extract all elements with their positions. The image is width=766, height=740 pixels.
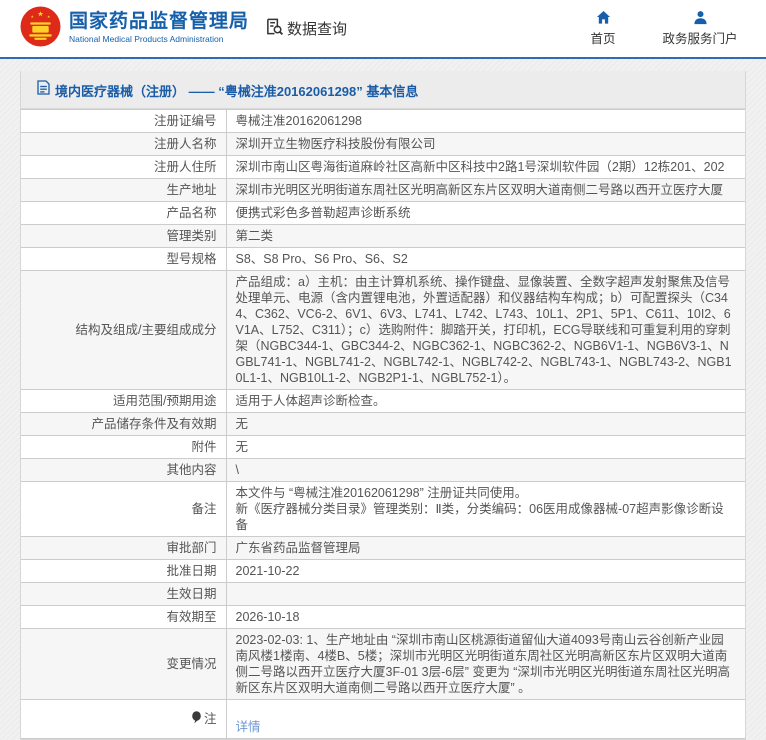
brand-names: 国家药品监督管理局 National Medical Products Admi… xyxy=(69,12,249,44)
row-label: 产品名称 xyxy=(21,202,226,225)
row-label: 变更情况 xyxy=(21,629,226,700)
nav-home-label: 首页 xyxy=(590,32,615,46)
table-row: 管理类别第二类 xyxy=(21,225,745,248)
table-row: 产品储存条件及有效期无 xyxy=(21,413,745,436)
note-label-text: 注 xyxy=(204,711,217,727)
table-row: 其他内容\ xyxy=(21,459,745,482)
registration-info-panel: 境内医疗器械（注册） —— “粤械注准20162061298” 基本信息 注册证… xyxy=(20,71,746,740)
row-label: 其他内容 xyxy=(21,459,226,482)
row-value: 2026-10-18 xyxy=(226,606,745,629)
document-icon xyxy=(37,80,55,100)
table-row: 附件无 xyxy=(21,436,745,459)
note-row: 注 详情 xyxy=(21,700,745,739)
table-row: 审批部门广东省药品监督管理局 xyxy=(21,537,745,560)
nav-home[interactable]: 首页 xyxy=(572,10,634,47)
row-value: 无 xyxy=(226,413,745,436)
row-value: 适用于人体超声诊断检查。 xyxy=(226,390,745,413)
org-name-en: National Medical Products Administration xyxy=(69,35,249,44)
row-value: \ xyxy=(226,459,745,482)
table-row: 产品名称便携式彩色多普勒超声诊断系统 xyxy=(21,202,745,225)
row-label: 有效期至 xyxy=(21,606,226,629)
row-value: 无 xyxy=(226,436,745,459)
note-row-label: 注 xyxy=(30,711,217,728)
data-query-label: 数据查询 xyxy=(287,18,347,39)
table-row: 适用范围/预期用途适用于人体超声诊断检查。 xyxy=(21,390,745,413)
row-value: S8、S8 Pro、S6 Pro、S6、S2 xyxy=(226,248,745,271)
row-label: 产品储存条件及有效期 xyxy=(21,413,226,436)
details-link[interactable]: 详情 xyxy=(236,720,261,734)
row-value: 粤械注准20162061298 xyxy=(226,110,745,133)
row-value: 广东省药品监督管理局 xyxy=(226,537,745,560)
row-label: 生效日期 xyxy=(21,583,226,606)
registration-info-table: 注册证编号粤械注准20162061298注册人名称深圳开立生物医疗科技股份有限公… xyxy=(21,109,745,739)
row-value: 本文件与 “粤械注准20162061298” 注册证共同使用。 新《医疗器械分类… xyxy=(226,482,745,537)
org-name-cn: 国家药品监督管理局 xyxy=(69,12,249,33)
row-value xyxy=(226,583,745,606)
site-header: 国家药品监督管理局 National Medical Products Admi… xyxy=(0,0,766,59)
row-value: 深圳开立生物医疗科技股份有限公司 xyxy=(226,133,745,156)
row-label: 适用范围/预期用途 xyxy=(21,390,226,413)
row-value: 第二类 xyxy=(226,225,745,248)
table-row: 型号规格S8、S8 Pro、S6 Pro、S6、S2 xyxy=(21,248,745,271)
row-value: 2021-10-22 xyxy=(226,560,745,583)
table-row: 结构及组成/主要组成成分产品组成：a）主机：由主计算机系统、操作键盘、显像装置、… xyxy=(21,271,745,390)
row-label: 注册人住所 xyxy=(21,156,226,179)
nav-gov-portal[interactable]: 政务服务门户 xyxy=(654,10,746,47)
row-label: 备注 xyxy=(21,482,226,537)
document-search-icon xyxy=(265,17,287,40)
table-row: 生产地址深圳市光明区光明街道东周社区光明高新区东片区双明大道南侧二号路以西开立医… xyxy=(21,179,745,202)
nav-gov-portal-label: 政务服务门户 xyxy=(662,32,737,46)
table-row: 注册证编号粤械注准20162061298 xyxy=(21,110,745,133)
table-row: 备注本文件与 “粤械注准20162061298” 注册证共同使用。 新《医疗器械… xyxy=(21,482,745,537)
row-label: 注册人名称 xyxy=(21,133,226,156)
nmpa-emblem-icon xyxy=(20,6,61,52)
nmpa-logo-link[interactable]: 国家药品监督管理局 National Medical Products Admi… xyxy=(20,6,249,52)
row-label: 审批部门 xyxy=(21,537,226,560)
table-row: 批准日期2021-10-22 xyxy=(21,560,745,583)
row-label: 生产地址 xyxy=(21,179,226,202)
home-icon xyxy=(572,10,634,25)
row-value: 便携式彩色多普勒超声诊断系统 xyxy=(226,202,745,225)
table-row: 有效期至2026-10-18 xyxy=(21,606,745,629)
data-query-tab[interactable]: 数据查询 xyxy=(265,17,347,40)
note-balloon-icon xyxy=(191,711,204,728)
table-row: 变更情况2023-02-03: 1、生产地址由 “深圳市南山区桃源街道留仙大道4… xyxy=(21,629,745,700)
row-label: 批准日期 xyxy=(21,560,226,583)
row-value: 产品组成：a）主机：由主计算机系统、操作键盘、显像装置、全数字超声发射聚焦及信号… xyxy=(226,271,745,390)
table-row: 生效日期 xyxy=(21,583,745,606)
row-value: 2023-02-03: 1、生产地址由 “深圳市南山区桃源街道留仙大道4093号… xyxy=(226,629,745,700)
table-row: 注册人名称深圳开立生物医疗科技股份有限公司 xyxy=(21,133,745,156)
table-row: 注册人住所深圳市南山区粤海街道麻岭社区高新中区科技中2路1号深圳软件园（2期）1… xyxy=(21,156,745,179)
row-label: 注册证编号 xyxy=(21,110,226,133)
row-label: 结构及组成/主要组成成分 xyxy=(21,271,226,390)
user-icon xyxy=(654,10,746,25)
row-label: 管理类别 xyxy=(21,225,226,248)
row-label: 型号规格 xyxy=(21,248,226,271)
row-value: 深圳市光明区光明街道东周社区光明高新区东片区双明大道南侧二号路以西开立医疗大厦 xyxy=(226,179,745,202)
row-label: 附件 xyxy=(21,436,226,459)
panel-titlebar: 境内医疗器械（注册） —— “粤械注准20162061298” 基本信息 xyxy=(21,71,745,109)
info-table-body: 注册证编号粤械注准20162061298注册人名称深圳开立生物医疗科技股份有限公… xyxy=(21,110,745,700)
page-title: 境内医疗器械（注册） —— “粤械注准20162061298” 基本信息 xyxy=(55,81,418,100)
row-value: 深圳市南山区粤海街道麻岭社区高新中区科技中2路1号深圳软件园（2期）12栋201… xyxy=(226,156,745,179)
